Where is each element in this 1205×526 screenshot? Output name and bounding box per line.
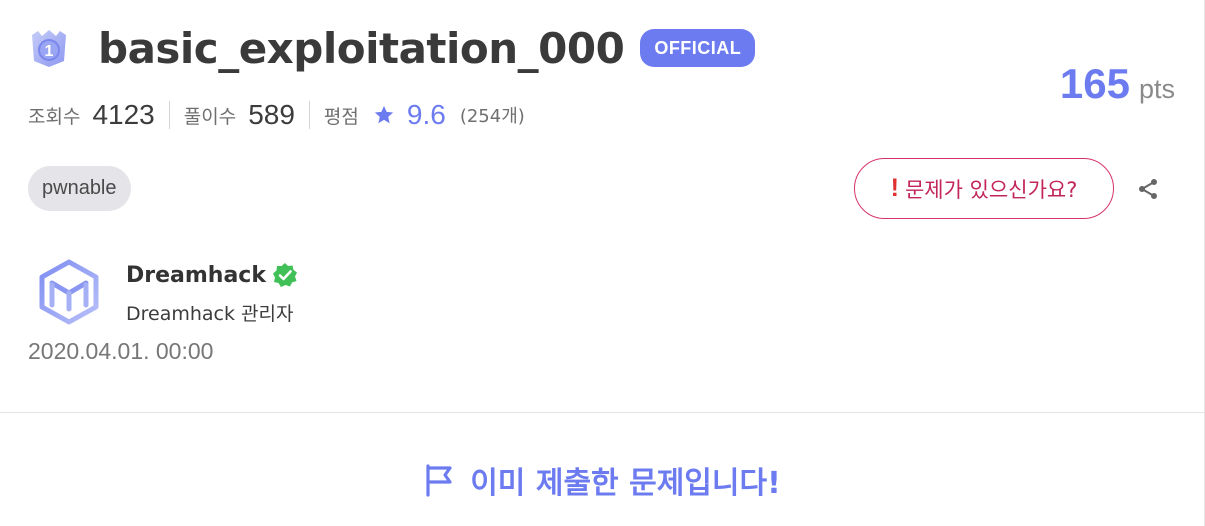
verified-icon bbox=[272, 263, 297, 287]
flag-icon bbox=[426, 464, 452, 497]
section-divider bbox=[0, 412, 1205, 413]
divider bbox=[308, 101, 310, 129]
stats-row: 조회수 4123 풀이수 589 평점 9.6 (254개) bbox=[28, 98, 525, 132]
official-badge: OFFICIAL bbox=[640, 29, 756, 67]
points: 165 pts bbox=[1060, 60, 1175, 108]
level-badge-icon: 1 bbox=[28, 27, 70, 69]
rating-value: 9.6 bbox=[406, 99, 446, 130]
views-value: 4123 bbox=[92, 99, 155, 130]
points-unit: pts bbox=[1138, 74, 1175, 104]
share-icon[interactable] bbox=[1136, 177, 1160, 201]
report-issue-button[interactable]: ! 문제가 있으신가요? bbox=[854, 158, 1114, 219]
title-row: 1 basic_exploitation_000 OFFICIAL bbox=[28, 22, 756, 74]
submitted-text: 이미 제출한 문제입니다! bbox=[470, 466, 781, 501]
star-icon bbox=[374, 105, 394, 124]
points-value: 165 bbox=[1059, 60, 1130, 107]
dreamhack-logo[interactable] bbox=[38, 259, 100, 325]
rating-label: 평점 bbox=[323, 105, 359, 128]
divider bbox=[168, 101, 170, 129]
svg-text:1: 1 bbox=[45, 43, 54, 60]
solves-label: 풀이수 bbox=[183, 105, 237, 128]
challenge-title: basic_exploitation_000 bbox=[98, 23, 625, 73]
author-role: Dreamhack 관리자 bbox=[126, 303, 294, 325]
category-tag[interactable]: pwnable bbox=[28, 166, 131, 211]
created-date: 2020.04.01. 00:00 bbox=[28, 338, 214, 364]
solves-value: 589 bbox=[248, 99, 295, 130]
author-name[interactable]: Dreamhack bbox=[126, 262, 298, 288]
rating-count: (254개) bbox=[459, 106, 525, 127]
author-name-text[interactable]: Dreamhack bbox=[126, 263, 266, 288]
report-issue-label: 문제가 있으신가요? bbox=[904, 177, 1078, 202]
views-label: 조회수 bbox=[28, 105, 81, 128]
exclamation-icon: ! bbox=[890, 174, 899, 202]
submitted-status: 이미 제출한 문제입니다! bbox=[0, 458, 1205, 502]
